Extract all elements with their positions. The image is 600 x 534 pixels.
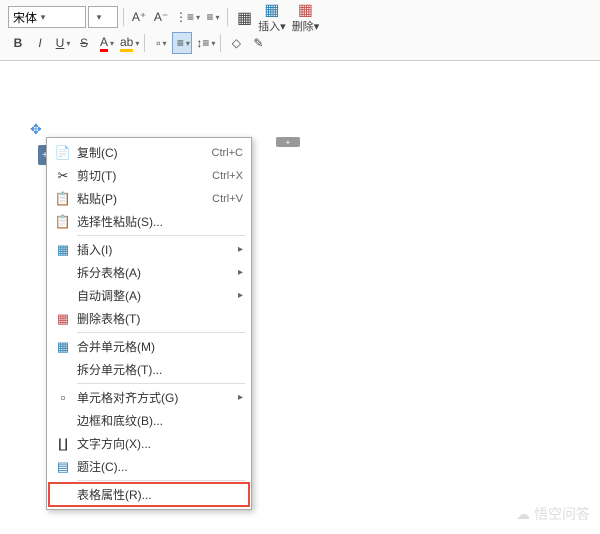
menu-separator (77, 235, 245, 236)
menu-autofit[interactable]: 自动调整(A) ▸ (49, 284, 249, 307)
menu-paste-special[interactable]: 📋 选择性粘贴(S)... (49, 210, 249, 233)
increase-font-button[interactable]: A⁺ (129, 6, 149, 28)
menu-label: 表格属性(R)... (77, 486, 152, 503)
separator (123, 8, 124, 26)
table-icon: ▦ (55, 242, 71, 258)
menu-delete-table[interactable]: ▦ 删除表格(T) (49, 307, 249, 330)
decrease-font-button[interactable]: A⁻ (151, 6, 171, 28)
submenu-arrow-icon: ▸ (238, 290, 243, 301)
menu-separator (77, 332, 245, 333)
menu-label: 拆分表格(A) (77, 264, 141, 281)
merge-icon: ▦ (55, 339, 71, 355)
menu-text-direction[interactable]: ∐ 文字方向(X)... (49, 432, 249, 455)
separator (220, 34, 221, 52)
strikethrough-button[interactable]: S (74, 32, 94, 54)
font-color-button[interactable]: A▾ (96, 32, 116, 54)
menu-label: 题注(C)... (77, 458, 128, 475)
delete-dropdown[interactable]: ▦ 删除▾ (292, 0, 320, 34)
watermark-text: 悟空问答 (534, 504, 590, 524)
clipboard-icon: 📋 (55, 214, 71, 230)
caption-icon: ▤ (55, 459, 71, 475)
add-row-handle[interactable]: + (276, 137, 300, 147)
table-icon: ▦ (237, 8, 252, 26)
menu-label: 剪切(T) (77, 167, 116, 184)
font-family-value: 宋体 (13, 9, 37, 26)
text-direction-icon: ∐ (55, 436, 71, 452)
table-delete-icon: ▦ (55, 311, 71, 327)
insert-table-group[interactable]: ▦ (237, 8, 252, 26)
underline-button[interactable]: U▾ (52, 32, 72, 54)
copy-icon: 📄 (55, 145, 71, 161)
menu-cut[interactable]: ✂ 剪切(T) Ctrl+X (49, 164, 249, 187)
align-button[interactable]: ≡▾ (172, 32, 192, 54)
menu-split-cells[interactable]: 拆分单元格(T)... (49, 358, 249, 381)
menu-shortcut: Ctrl+V (212, 193, 243, 205)
align-icon: ▫ (55, 390, 71, 406)
highlight-button[interactable]: ab▾ (118, 32, 139, 54)
formatting-toolbar: 宋体 ▾ ▾ A⁺ A⁻ ⋮≡▾ ≡▾ ▦ ▦ 插入▾ ▦ 删除▾ B I U▾… (0, 0, 600, 61)
submenu-arrow-icon: ▸ (238, 244, 243, 255)
menu-label: 自动调整(A) (77, 287, 141, 304)
menu-label: 复制(C) (77, 144, 118, 161)
italic-button[interactable]: I (30, 32, 50, 54)
table-move-handle-icon[interactable]: ✥ (30, 121, 44, 135)
menu-copy[interactable]: 📄 复制(C) Ctrl+C (49, 141, 249, 164)
menu-label: 单元格对齐方式(G) (77, 389, 178, 406)
menu-insert[interactable]: ▦ 插入(I) ▸ (49, 238, 249, 261)
font-family-select[interactable]: 宋体 ▾ (8, 6, 86, 28)
delete-icon: ▦ (298, 0, 313, 18)
menu-shortcut: Ctrl+C (212, 147, 243, 159)
delete-label: 删除 (292, 18, 314, 34)
menu-label: 合并单元格(M) (77, 338, 155, 355)
menu-borders[interactable]: 边框和底纹(B)... (49, 409, 249, 432)
menu-label: 选择性粘贴(S)... (77, 213, 163, 230)
bulleted-list-button[interactable]: ≡▾ (202, 6, 222, 28)
menu-shortcut: Ctrl+X (212, 170, 243, 182)
menu-label: 文字方向(X)... (77, 435, 151, 452)
menu-cell-align[interactable]: ▫ 单元格对齐方式(G) ▸ (49, 386, 249, 409)
menu-paste[interactable]: 📋 粘贴(P) Ctrl+V (49, 187, 249, 210)
scissors-icon: ✂ (55, 168, 71, 184)
line-spacing-button[interactable]: ↕≡▾ (194, 32, 215, 54)
menu-split-table[interactable]: 拆分表格(A) ▸ (49, 261, 249, 284)
separator (227, 8, 228, 26)
separator (144, 34, 145, 52)
menu-label: 粘贴(P) (77, 190, 117, 207)
chevron-down-icon: ▾ (37, 12, 49, 23)
bold-button[interactable]: B (8, 32, 28, 54)
menu-label: 删除表格(T) (77, 310, 140, 327)
insert-icon: ▦ (264, 0, 279, 18)
format-painter-button[interactable]: ✎ (248, 32, 268, 54)
menu-caption[interactable]: ▤ 题注(C)... (49, 455, 249, 478)
menu-label: 插入(I) (77, 241, 112, 258)
menu-merge-cells[interactable]: ▦ 合并单元格(M) (49, 335, 249, 358)
watermark: ☁ 悟空问答 (516, 504, 590, 524)
submenu-arrow-icon: ▸ (238, 267, 243, 278)
watermark-icon: ☁ (516, 506, 530, 523)
menu-table-properties[interactable]: 表格属性(R)... (49, 483, 249, 506)
border-button[interactable]: ▫▾ (150, 32, 170, 54)
font-size-select[interactable]: ▾ (88, 6, 118, 28)
menu-separator (77, 383, 245, 384)
clipboard-icon: 📋 (55, 191, 71, 207)
numbered-list-button[interactable]: ⋮≡▾ (173, 6, 200, 28)
menu-label: 边框和底纹(B)... (77, 412, 163, 429)
insert-dropdown[interactable]: ▦ 插入▾ (258, 0, 286, 34)
submenu-arrow-icon: ▸ (238, 392, 243, 403)
menu-label: 拆分单元格(T)... (77, 361, 162, 378)
clear-format-button[interactable]: ◇ (226, 32, 246, 54)
menu-separator (77, 480, 245, 481)
context-menu: 📄 复制(C) Ctrl+C ✂ 剪切(T) Ctrl+X 📋 粘贴(P) Ct… (46, 137, 252, 510)
chevron-down-icon: ▾ (93, 12, 105, 23)
